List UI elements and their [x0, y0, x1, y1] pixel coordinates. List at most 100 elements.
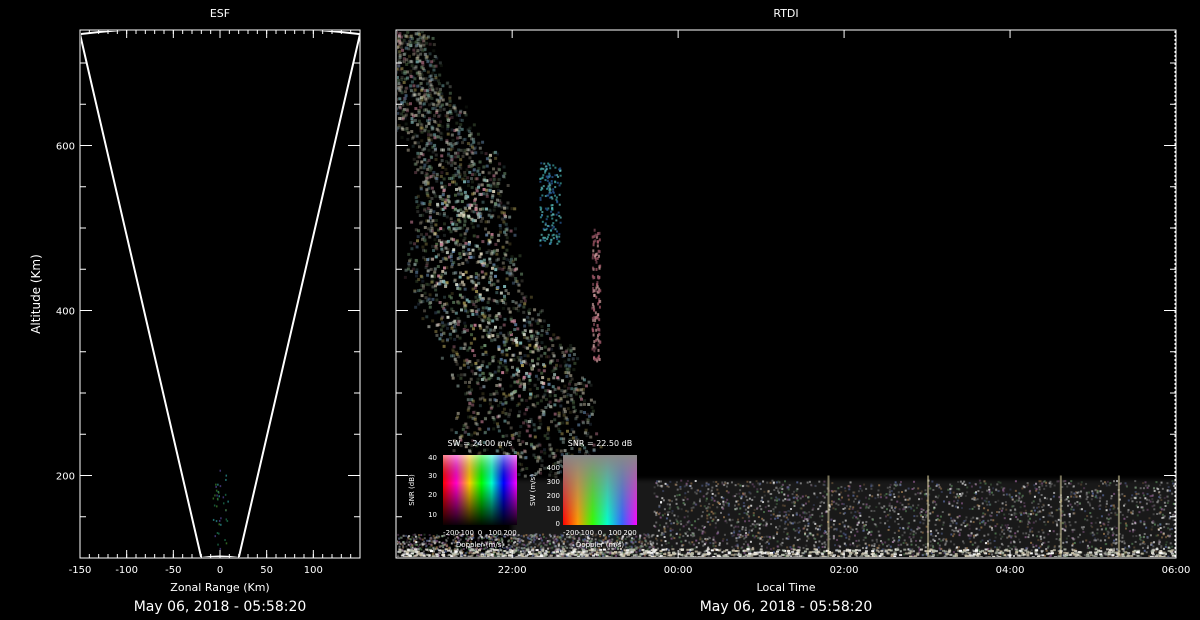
plume-pixel	[466, 176, 470, 180]
plume-pixel	[495, 265, 499, 269]
plume-pixel	[579, 382, 583, 386]
plume-pixel	[479, 252, 483, 256]
plume-filament-pixel	[549, 242, 552, 245]
plume-pixel	[462, 301, 466, 305]
layer-pixel	[965, 516, 968, 519]
layer-pixel	[1098, 507, 1101, 510]
plume-pixel	[448, 103, 452, 107]
plume-pixel	[475, 189, 479, 193]
plume-column-pixel	[593, 289, 596, 293]
layer-pixel	[757, 516, 760, 519]
layer-pixel	[1045, 549, 1048, 552]
plume-pixel	[454, 109, 458, 113]
plume-pixel	[445, 266, 449, 270]
plume-pixel	[384, 84, 387, 87]
plume-pixel	[485, 325, 489, 329]
plume-pixel	[453, 319, 457, 323]
plume-pixel	[466, 398, 470, 402]
plume-pixel	[458, 293, 462, 297]
layer-pixel	[1018, 541, 1021, 544]
layer-pixel	[1042, 516, 1045, 519]
plume-pixel	[438, 61, 442, 65]
layer-pixel	[796, 481, 799, 484]
layer-pixel	[697, 518, 700, 521]
plume-pixel	[419, 151, 423, 155]
plume-pixel	[384, 42, 387, 45]
plume-pixel	[390, 54, 393, 57]
layer-pixel	[940, 532, 943, 535]
plume-filament-pixel	[540, 214, 543, 217]
plume-pixel	[465, 168, 469, 172]
plume-pixel	[448, 99, 452, 103]
plume-pixel	[526, 354, 530, 358]
plume-filament-pixel	[557, 211, 560, 214]
layer-pixel	[783, 522, 786, 525]
layer-pixel	[676, 520, 679, 523]
plume-pixel	[377, 89, 380, 92]
plume-pixel	[429, 133, 433, 137]
layer-pixel	[897, 544, 900, 547]
plume-column-pixel	[592, 276, 595, 280]
layer-pixel	[749, 540, 752, 543]
plume-pixel	[471, 399, 475, 403]
layer-pixel	[992, 487, 995, 490]
layer-pixel	[787, 494, 790, 497]
plume-column-pixel	[595, 286, 598, 290]
layer-pixel	[929, 512, 932, 515]
layer-pixel	[924, 546, 927, 549]
plume-pixel	[473, 172, 477, 176]
plume-pixel	[478, 207, 482, 211]
layer-pixel	[888, 509, 891, 512]
plume-pixel	[367, 68, 370, 71]
plume-pixel	[420, 283, 424, 287]
plume-pixel	[506, 183, 510, 187]
layer-pixel	[680, 540, 683, 543]
plume-pixel	[450, 163, 454, 167]
plume-pixel	[510, 338, 514, 342]
plume-pixel	[419, 166, 423, 170]
plume-pixel	[405, 107, 409, 111]
plume-pixel	[474, 207, 478, 211]
layer-pixel	[790, 547, 793, 550]
plume-pixel	[464, 392, 468, 396]
plume-pixel	[423, 163, 427, 167]
layer-pixel	[1121, 540, 1124, 543]
plume-pixel	[455, 223, 459, 227]
plume-pixel	[431, 190, 435, 194]
layer-pixel	[1038, 486, 1041, 489]
plume-pixel	[493, 370, 497, 374]
layer-pixel	[542, 533, 545, 536]
plume-pixel	[371, 66, 374, 69]
plume-pixel	[433, 54, 437, 58]
plume-pixel	[488, 159, 492, 163]
layer-pixel	[761, 539, 764, 542]
plume-pixel	[497, 369, 501, 373]
plume-pixel	[515, 279, 519, 283]
plume-pixel	[450, 115, 454, 119]
plume-pixel	[537, 318, 541, 322]
plume-pixel	[410, 80, 414, 84]
plume-pixel	[390, 45, 393, 48]
esf-xtick-label: 0	[217, 565, 223, 576]
plume-filament-pixel	[545, 168, 548, 171]
layer-pixel	[1106, 517, 1109, 520]
plume-pixel	[445, 338, 449, 342]
plume-pixel	[391, 51, 394, 54]
esf-ytick-label: 600	[56, 142, 75, 153]
layer-pixel	[1112, 541, 1115, 544]
layer-pixel	[715, 480, 718, 483]
plume-pixel	[440, 181, 444, 185]
layer-pixel	[966, 486, 969, 489]
plume-pixel	[434, 194, 438, 198]
layer-pixel	[780, 519, 783, 522]
plume-pixel	[415, 260, 419, 264]
plume-pixel	[436, 265, 440, 269]
plume-pixel	[563, 360, 567, 364]
layer-pixel	[1005, 526, 1008, 529]
plume-pixel	[444, 271, 448, 275]
plume-pixel	[477, 141, 481, 145]
layer-pixel	[528, 555, 531, 557]
layer-pixel	[796, 539, 799, 542]
plume-pixel	[439, 227, 443, 231]
plume-pixel	[481, 207, 485, 211]
